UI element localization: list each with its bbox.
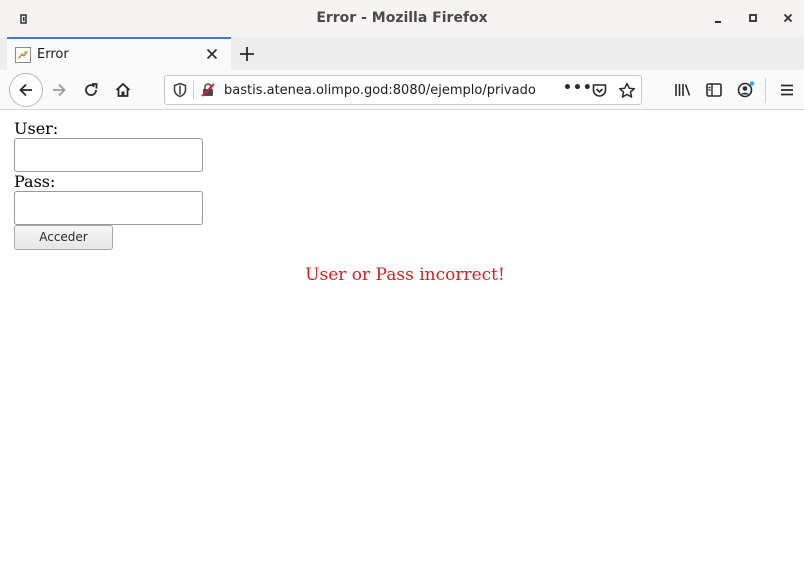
- url-text[interactable]: bastis.atenea.olimpo.god:8080/ejemplo/pr…: [224, 83, 536, 98]
- navigation-toolbar: bastis.atenea.olimpo.god:8080/ejemplo/pr…: [0, 70, 804, 110]
- library-icon[interactable]: [673, 81, 692, 99]
- account-sync-icon[interactable]: [736, 81, 756, 99]
- pocket-icon[interactable]: [591, 82, 608, 99]
- back-arrow-icon: [19, 83, 32, 97]
- window-title: Error - Mozilla Firefox: [316, 10, 488, 26]
- minimize-icon[interactable]: [710, 10, 726, 26]
- broken-page-favicon-icon: [15, 47, 31, 63]
- new-tab-plus-icon[interactable]: [238, 45, 256, 63]
- toolbar-divider: [765, 78, 766, 103]
- tab-error[interactable]: Error: [7, 37, 231, 70]
- sidebar-toggle-icon[interactable]: [705, 81, 723, 99]
- pass-label: Pass:: [14, 172, 56, 191]
- page-content: User: Pass: Acceder User or Pass incorre…: [6, 111, 804, 574]
- window-titlebar: Error - Mozilla Firefox: [0, 0, 804, 37]
- user-label: User:: [14, 119, 59, 138]
- bookmark-star-icon[interactable]: [618, 82, 636, 99]
- forward-arrow-icon[interactable]: [50, 81, 68, 99]
- url-bar-separator: [193, 81, 194, 100]
- pass-input[interactable]: [14, 191, 203, 225]
- reload-icon[interactable]: [82, 81, 100, 99]
- tab-strip: Error: [0, 37, 804, 70]
- error-message: User or Pass incorrect!: [305, 265, 505, 285]
- hamburger-menu-icon[interactable]: [778, 81, 796, 99]
- home-icon[interactable]: [114, 81, 132, 99]
- maximize-icon[interactable]: [745, 10, 761, 26]
- close-window-icon[interactable]: [780, 10, 796, 26]
- tab-title: Error: [37, 47, 69, 62]
- close-tab-icon[interactable]: [205, 47, 219, 61]
- acceder-button[interactable]: Acceder: [14, 225, 113, 250]
- user-input[interactable]: [14, 138, 203, 172]
- page-actions-ellipsis-icon[interactable]: •••: [563, 80, 593, 96]
- url-bar[interactable]: bastis.atenea.olimpo.god:8080/ejemplo/pr…: [164, 75, 642, 105]
- insecure-lock-icon[interactable]: [200, 82, 216, 98]
- tracking-protection-shield-icon[interactable]: [172, 82, 188, 98]
- back-button[interactable]: [9, 73, 43, 107]
